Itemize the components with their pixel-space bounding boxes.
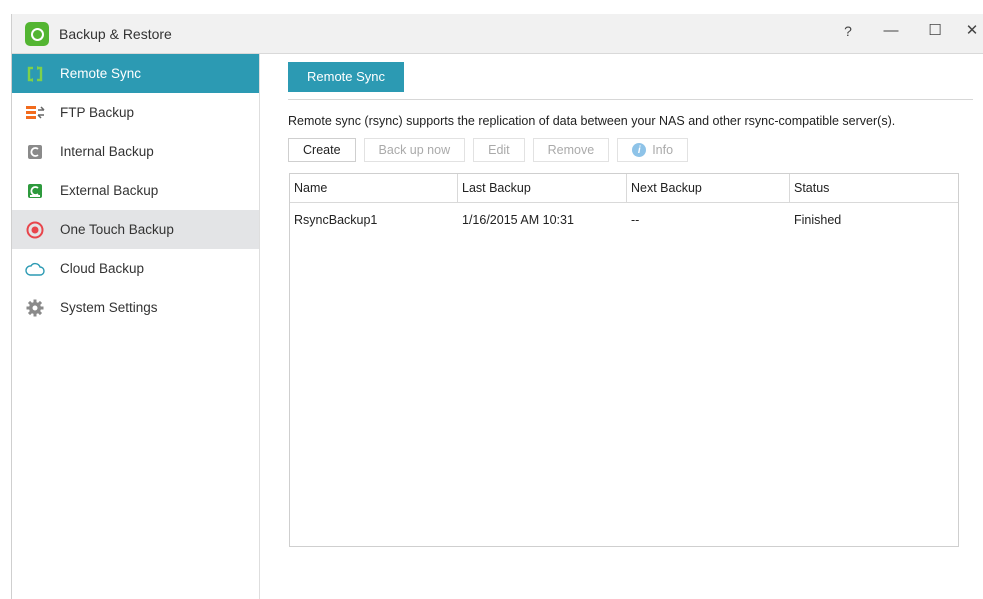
sidebar-item-internal-backup[interactable]: Internal Backup <box>12 132 259 171</box>
cell-next-backup: -- <box>631 213 640 227</box>
title-bar: Backup & Restore ? — ☐ ✕ <box>12 14 983 54</box>
sidebar-item-label: One Touch Backup <box>60 222 174 237</box>
table-header: Name Last Backup Next Backup Status <box>290 174 958 203</box>
edit-button[interactable]: Edit <box>473 138 525 162</box>
sidebar-item-ftp-backup[interactable]: FTP Backup <box>12 93 259 132</box>
one-touch-backup-icon <box>25 220 45 240</box>
cell-status: Finished <box>794 213 842 227</box>
sidebar-item-label: External Backup <box>60 183 159 198</box>
main-content: Remote Sync Remote sync (rsync) supports… <box>261 54 983 599</box>
tab-bar: Remote Sync <box>288 62 973 100</box>
close-button[interactable]: ✕ <box>960 20 983 42</box>
external-backup-icon <box>25 181 45 201</box>
app-logo-icon <box>25 22 49 46</box>
window-title: Backup & Restore <box>59 26 172 42</box>
sidebar-item-system-settings[interactable]: System Settings <box>12 288 259 327</box>
column-header-next-backup[interactable]: Next Backup <box>627 174 790 203</box>
sidebar-item-label: FTP Backup <box>60 105 135 120</box>
sidebar-item-label: Cloud Backup <box>60 261 145 276</box>
sidebar-item-one-touch-backup[interactable]: One Touch Backup <box>12 210 259 249</box>
sidebar: Remote Sync FTP Backup Internal Backup E… <box>12 54 260 599</box>
ftp-backup-icon <box>25 103 45 123</box>
help-button[interactable]: ? <box>836 20 860 42</box>
info-icon: i <box>632 143 647 157</box>
sidebar-item-label: System Settings <box>60 300 158 315</box>
column-header-last-backup[interactable]: Last Backup <box>458 174 627 203</box>
table-row[interactable]: RsyncBackup1 1/16/2015 AM 10:31 -- Finis… <box>290 203 958 235</box>
cloud-icon <box>25 259 45 279</box>
column-header-name[interactable]: Name <box>290 174 458 203</box>
cell-name: RsyncBackup1 <box>294 213 378 227</box>
minimize-button[interactable]: — <box>879 20 903 42</box>
remove-button[interactable]: Remove <box>532 138 610 162</box>
remote-sync-icon <box>25 64 45 84</box>
sidebar-item-external-backup[interactable]: External Backup <box>12 171 259 210</box>
sidebar-item-remote-sync[interactable]: Remote Sync <box>12 54 259 93</box>
tab-remote-sync[interactable]: Remote Sync <box>288 62 405 92</box>
gear-icon <box>25 298 45 318</box>
sidebar-item-label: Remote Sync <box>60 66 142 81</box>
backup-restore-window: Backup & Restore ? — ☐ ✕ Remote Sync FTP… <box>11 14 983 599</box>
info-button-label: Info <box>652 143 674 157</box>
internal-backup-icon <box>25 142 45 162</box>
create-button[interactable]: Create <box>288 138 356 162</box>
info-button[interactable]: i Info <box>617 138 689 162</box>
column-header-status[interactable]: Status <box>790 174 958 203</box>
cell-last-backup: 1/16/2015 AM 10:31 <box>462 213 574 227</box>
sidebar-item-label: Internal Backup <box>60 144 154 159</box>
back-up-now-button[interactable]: Back up now <box>363 138 466 162</box>
maximize-button[interactable]: ☐ <box>923 20 947 42</box>
sidebar-item-cloud-backup[interactable]: Cloud Backup <box>12 249 259 288</box>
backup-jobs-table: Name Last Backup Next Backup Status Rsyn… <box>289 173 959 547</box>
description-text: Remote sync (rsync) supports the replica… <box>288 114 896 128</box>
toolbar: Create Back up now Edit Remove i Info <box>288 138 689 162</box>
